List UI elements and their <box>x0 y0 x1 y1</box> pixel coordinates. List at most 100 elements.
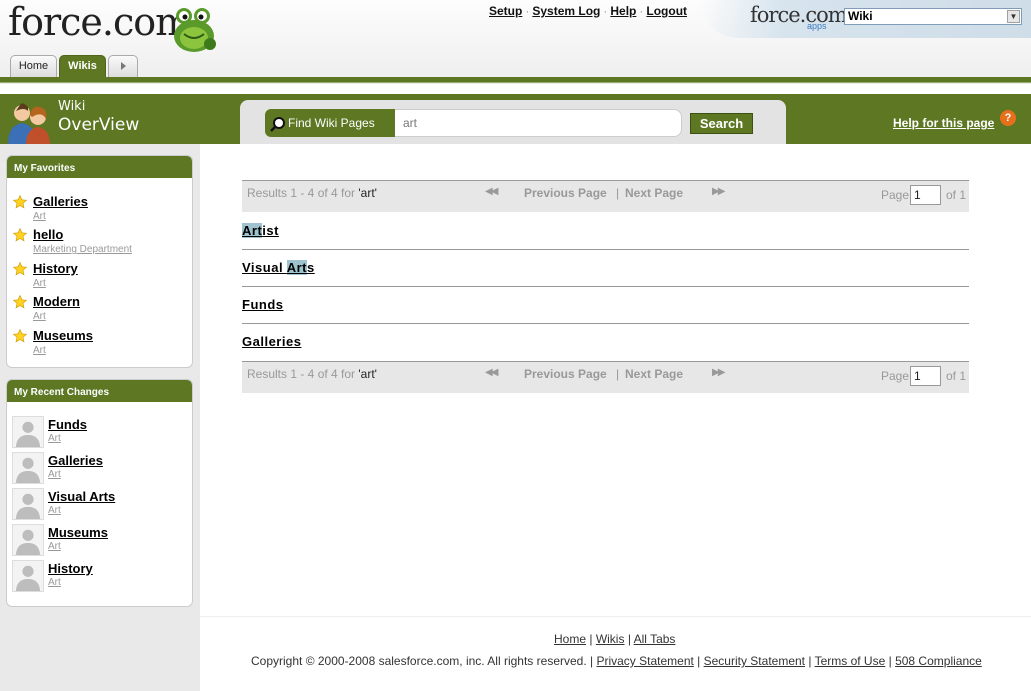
page-number-input[interactable] <box>910 185 941 205</box>
favorite-title[interactable]: Museums <box>33 328 93 343</box>
recent-title[interactable]: Galleries <box>48 453 103 468</box>
play-icon <box>121 62 126 70</box>
result-row: Funds <box>242 287 969 324</box>
star-icon <box>13 228 27 242</box>
recent-title[interactable]: Funds <box>48 417 87 432</box>
favorites-box: My Favorites Galleries Art hello Marketi… <box>6 155 193 368</box>
results-query: 'art' <box>358 186 377 200</box>
footer-home-link[interactable]: Home <box>554 632 586 646</box>
help-icon[interactable]: ? <box>1000 110 1016 126</box>
next-page-link[interactable]: Next Page <box>625 367 683 381</box>
favorite-subtitle[interactable]: Art <box>33 211 46 222</box>
search-button[interactable]: Search <box>690 113 753 134</box>
pager-top: Results 1 - 4 of 4 for 'art' ◀◀ Previous… <box>242 180 969 212</box>
recent-changes-box: My Recent Changes Funds Art Galleries Ar… <box>6 379 193 607</box>
system-log-link[interactable]: System Log <box>532 4 600 18</box>
link-separator: · <box>525 4 530 18</box>
tab-more[interactable] <box>108 55 138 77</box>
footer-wikis-link[interactable]: Wikis <box>596 632 625 646</box>
recent-subtitle[interactable]: Art <box>48 505 61 516</box>
page-number-input[interactable] <box>910 366 941 386</box>
recent-subtitle[interactable]: Art <box>48 541 61 552</box>
link-separator: · <box>603 4 608 18</box>
recent-title[interactable]: History <box>48 561 93 576</box>
tab-home[interactable]: Home <box>10 55 57 77</box>
result-row: Visual Arts <box>242 250 969 287</box>
help-for-page-link[interactable]: Help for this page <box>893 116 994 130</box>
page-label: Page <box>881 188 910 202</box>
apps-sublabel: apps <box>807 21 827 31</box>
pager-bottom: Results 1 - 4 of 4 for 'art' ◀◀ Previous… <box>242 361 969 393</box>
result-row: Galleries <box>242 324 969 361</box>
favorite-subtitle[interactable]: Art <box>33 311 46 322</box>
help-link[interactable]: Help <box>610 4 636 18</box>
result-text: ist <box>262 223 279 238</box>
previous-page-link[interactable]: Previous Page <box>524 367 607 381</box>
first-page-icon[interactable]: ◀◀ <box>485 367 498 378</box>
favorite-subtitle[interactable]: Art <box>33 278 46 289</box>
favorite-title[interactable]: History <box>33 261 78 276</box>
508-compliance-link[interactable]: 508 Compliance <box>895 654 982 668</box>
user-avatar-icon <box>12 560 44 592</box>
people-icon <box>8 103 50 145</box>
page-label: Page <box>881 369 910 383</box>
last-page-icon[interactable]: ▶▶ <box>712 186 725 197</box>
header-divider-light <box>0 82 1031 83</box>
top-links: Setup · System Log · Help · Logout <box>489 4 687 18</box>
page-of-count: of 1 <box>946 188 967 202</box>
result-highlight: Art <box>242 223 263 238</box>
footer-links: Home | Wikis | All Tabs <box>554 632 676 646</box>
copyright: Copyright © 2000-2008 salesforce.com, in… <box>251 654 982 668</box>
result-link[interactable]: Funds <box>242 297 284 312</box>
pager-separator: | <box>616 186 620 200</box>
first-page-icon[interactable]: ◀◀ <box>485 186 498 197</box>
favorites-heading: My Favorites <box>7 156 192 178</box>
tab-wikis[interactable]: Wikis <box>59 55 106 77</box>
result-row: Artist <box>242 213 969 250</box>
last-page-icon[interactable]: ▶▶ <box>712 367 725 378</box>
favorite-subtitle[interactable]: Art <box>33 345 46 356</box>
force-logo[interactable]: force.com <box>8 0 191 44</box>
results-summary: Results 1 - 4 of 4 for 'art' <box>247 186 377 200</box>
chevron-down-icon[interactable]: ▼ <box>1007 10 1020 23</box>
favorite-title[interactable]: hello <box>33 227 63 242</box>
recent-subtitle[interactable]: Art <box>48 577 61 588</box>
footer-all-tabs-link[interactable]: All Tabs <box>634 632 676 646</box>
user-avatar-icon <box>12 452 44 484</box>
result-text: Visual <box>242 260 287 275</box>
recent-title[interactable]: Visual Arts <box>48 489 115 504</box>
recent-title[interactable]: Museums <box>48 525 108 540</box>
security-statement-link[interactable]: Security Statement <box>704 654 805 668</box>
setup-link[interactable]: Setup <box>489 4 522 18</box>
link-separator: · <box>639 4 644 18</box>
result-link[interactable]: Visual Arts <box>242 260 315 275</box>
app-select[interactable]: Wiki ▼ <box>844 8 1022 25</box>
favorite-subtitle[interactable]: Marketing Department <box>33 244 132 255</box>
recent-subtitle[interactable]: Art <box>48 469 61 480</box>
footer-divider <box>200 616 1031 617</box>
page-title: OverView <box>58 115 140 135</box>
result-text: s <box>306 260 315 275</box>
privacy-statement-link[interactable]: Privacy Statement <box>596 654 693 668</box>
results-summary: Results 1 - 4 of 4 for 'art' <box>247 367 377 381</box>
previous-page-link[interactable]: Previous Page <box>524 186 607 200</box>
magnifier-icon <box>270 117 285 132</box>
results-query: 'art' <box>358 367 377 381</box>
terms-of-use-link[interactable]: Terms of Use <box>815 654 886 668</box>
result-link[interactable]: Artist <box>242 223 279 238</box>
star-icon <box>13 262 27 276</box>
results-text: Results 1 - 4 of 4 for <box>247 186 359 200</box>
search-input[interactable] <box>395 109 682 137</box>
star-icon <box>13 195 27 209</box>
favorite-title[interactable]: Galleries <box>33 194 88 209</box>
star-icon <box>13 295 27 309</box>
favorite-title[interactable]: Modern <box>33 294 80 309</box>
next-page-link[interactable]: Next Page <box>625 186 683 200</box>
result-link[interactable]: Galleries <box>242 334 301 349</box>
result-highlight: Art <box>286 260 307 275</box>
user-avatar-icon <box>12 488 44 520</box>
page-title-top: Wiki <box>58 99 86 114</box>
copyright-text: Copyright © 2000-2008 salesforce.com, in… <box>251 654 597 668</box>
recent-subtitle[interactable]: Art <box>48 433 61 444</box>
logout-link[interactable]: Logout <box>646 4 687 18</box>
